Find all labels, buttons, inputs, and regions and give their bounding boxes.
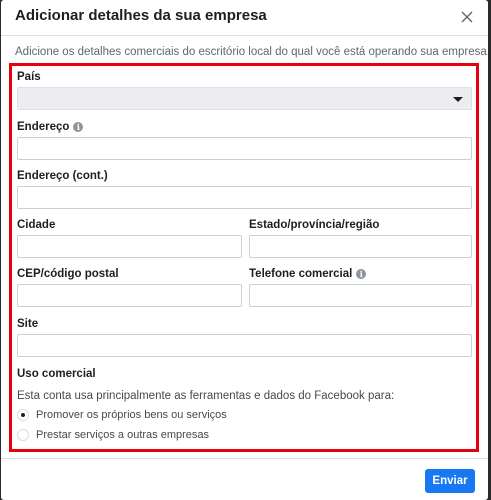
site-input[interactable] (17, 334, 472, 357)
city-input[interactable] (17, 235, 242, 258)
dialog-title: Adicionar detalhes da sua empresa (15, 7, 267, 24)
business-details-dialog: Adicionar detalhes da sua empresa Adicio… (1, 0, 488, 500)
zip-input[interactable] (17, 284, 242, 307)
zip-label: CEP/código postal (17, 268, 119, 280)
site-label: Site (17, 318, 39, 330)
address-input[interactable] (17, 137, 472, 160)
radio-label: Prestar serviços a outras empresas (36, 429, 210, 441)
usage-option-promote[interactable]: Promover os próprios bens ou serviços (17, 408, 227, 422)
usage-description: Esta conta usa principalmente as ferrame… (17, 390, 395, 402)
city-label: Cidade (17, 219, 56, 231)
state-input[interactable] (249, 235, 472, 258)
country-select[interactable] (17, 87, 472, 110)
address2-label: Endereço (cont.) (17, 170, 108, 182)
country-label: País (17, 71, 41, 83)
dialog-subtitle: Adicione os detalhes comerciais do escri… (15, 46, 488, 58)
radio-button[interactable] (17, 429, 29, 441)
address2-input[interactable] (17, 186, 472, 209)
phone-label-text: Telefone comercial (249, 268, 353, 280)
usage-option-services[interactable]: Prestar serviços a outras empresas (17, 428, 209, 442)
info-icon[interactable]: i (356, 269, 367, 279)
radio-button[interactable] (17, 409, 29, 421)
chevron-down-icon (453, 97, 463, 102)
address-label-text: Endereço (17, 121, 70, 133)
submit-button[interactable]: Enviar (425, 469, 475, 493)
phone-input[interactable] (249, 284, 472, 307)
radio-label: Promover os próprios bens ou serviços (36, 409, 227, 421)
info-icon[interactable]: i (73, 122, 84, 132)
close-icon[interactable] (458, 8, 476, 26)
usage-label: Uso comercial (17, 368, 96, 380)
dialog-header: Adicionar detalhes da sua empresa (1, 0, 488, 36)
dialog-footer: Enviar (1, 458, 488, 500)
address-label: Endereço i (17, 121, 84, 133)
state-label: Estado/província/região (249, 219, 380, 231)
phone-label: Telefone comercial i (249, 268, 367, 280)
